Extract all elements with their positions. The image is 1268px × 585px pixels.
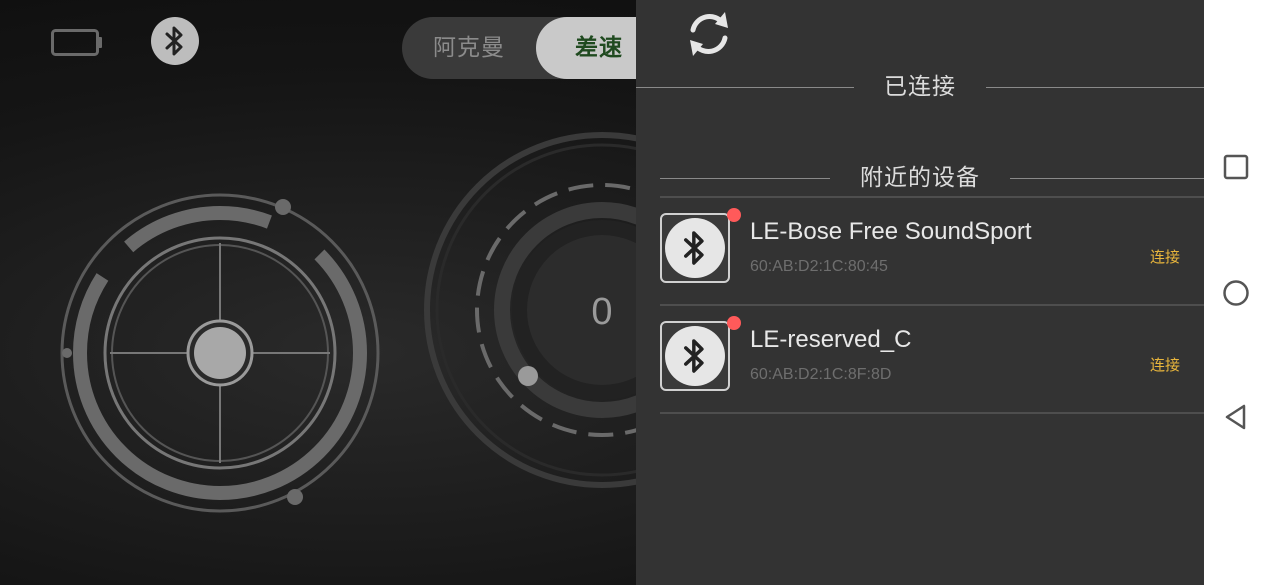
unpaired-status-dot (727, 316, 741, 330)
back-icon[interactable] (1222, 403, 1250, 431)
recent-apps-icon[interactable] (1222, 153, 1250, 181)
knob-handle (518, 366, 538, 386)
device-name: LE-Bose Free SoundSport (750, 218, 1032, 245)
bluetooth-device-icon (660, 213, 730, 283)
connect-button[interactable]: 连接 (1150, 354, 1180, 375)
refresh-icon[interactable] (684, 9, 734, 59)
bluetooth-panel: 已连接 附近的设备 LE-Bose Free SoundSport 60:AB:… (636, 0, 1204, 585)
device-mac: 60:AB:D2:1C:80:45 (750, 258, 888, 275)
connect-button[interactable]: 连接 (1150, 246, 1180, 267)
connected-section-header: 已连接 (636, 72, 1204, 102)
system-nav-bar (1204, 0, 1268, 585)
speed-value: 0 (591, 291, 612, 333)
device-item[interactable]: LE-Bose Free SoundSport 60:AB:D2:1C:80:4… (660, 196, 1204, 304)
device-item[interactable]: LE-reserved_C 60:AB:D2:1C:8F:8D 连接 (660, 304, 1204, 414)
mode-option-ackermann[interactable]: 阿克曼 (402, 17, 536, 79)
unpaired-status-dot (727, 208, 741, 222)
battery-empty-icon (51, 29, 102, 56)
nearby-section-header: 附近的设备 (636, 163, 1204, 193)
direction-joystick[interactable] (55, 190, 385, 520)
bluetooth-glyph-icon (165, 26, 183, 56)
bluetooth-device-icon (660, 321, 730, 391)
home-icon[interactable] (1222, 279, 1250, 307)
device-mac: 60:AB:D2:1C:8F:8D (750, 366, 892, 383)
device-list: LE-Bose Free SoundSport 60:AB:D2:1C:80:4… (660, 196, 1204, 414)
bluetooth-icon[interactable] (151, 17, 199, 65)
speed-knob[interactable]: 0 (420, 120, 640, 500)
device-name: LE-reserved_C (750, 326, 912, 353)
